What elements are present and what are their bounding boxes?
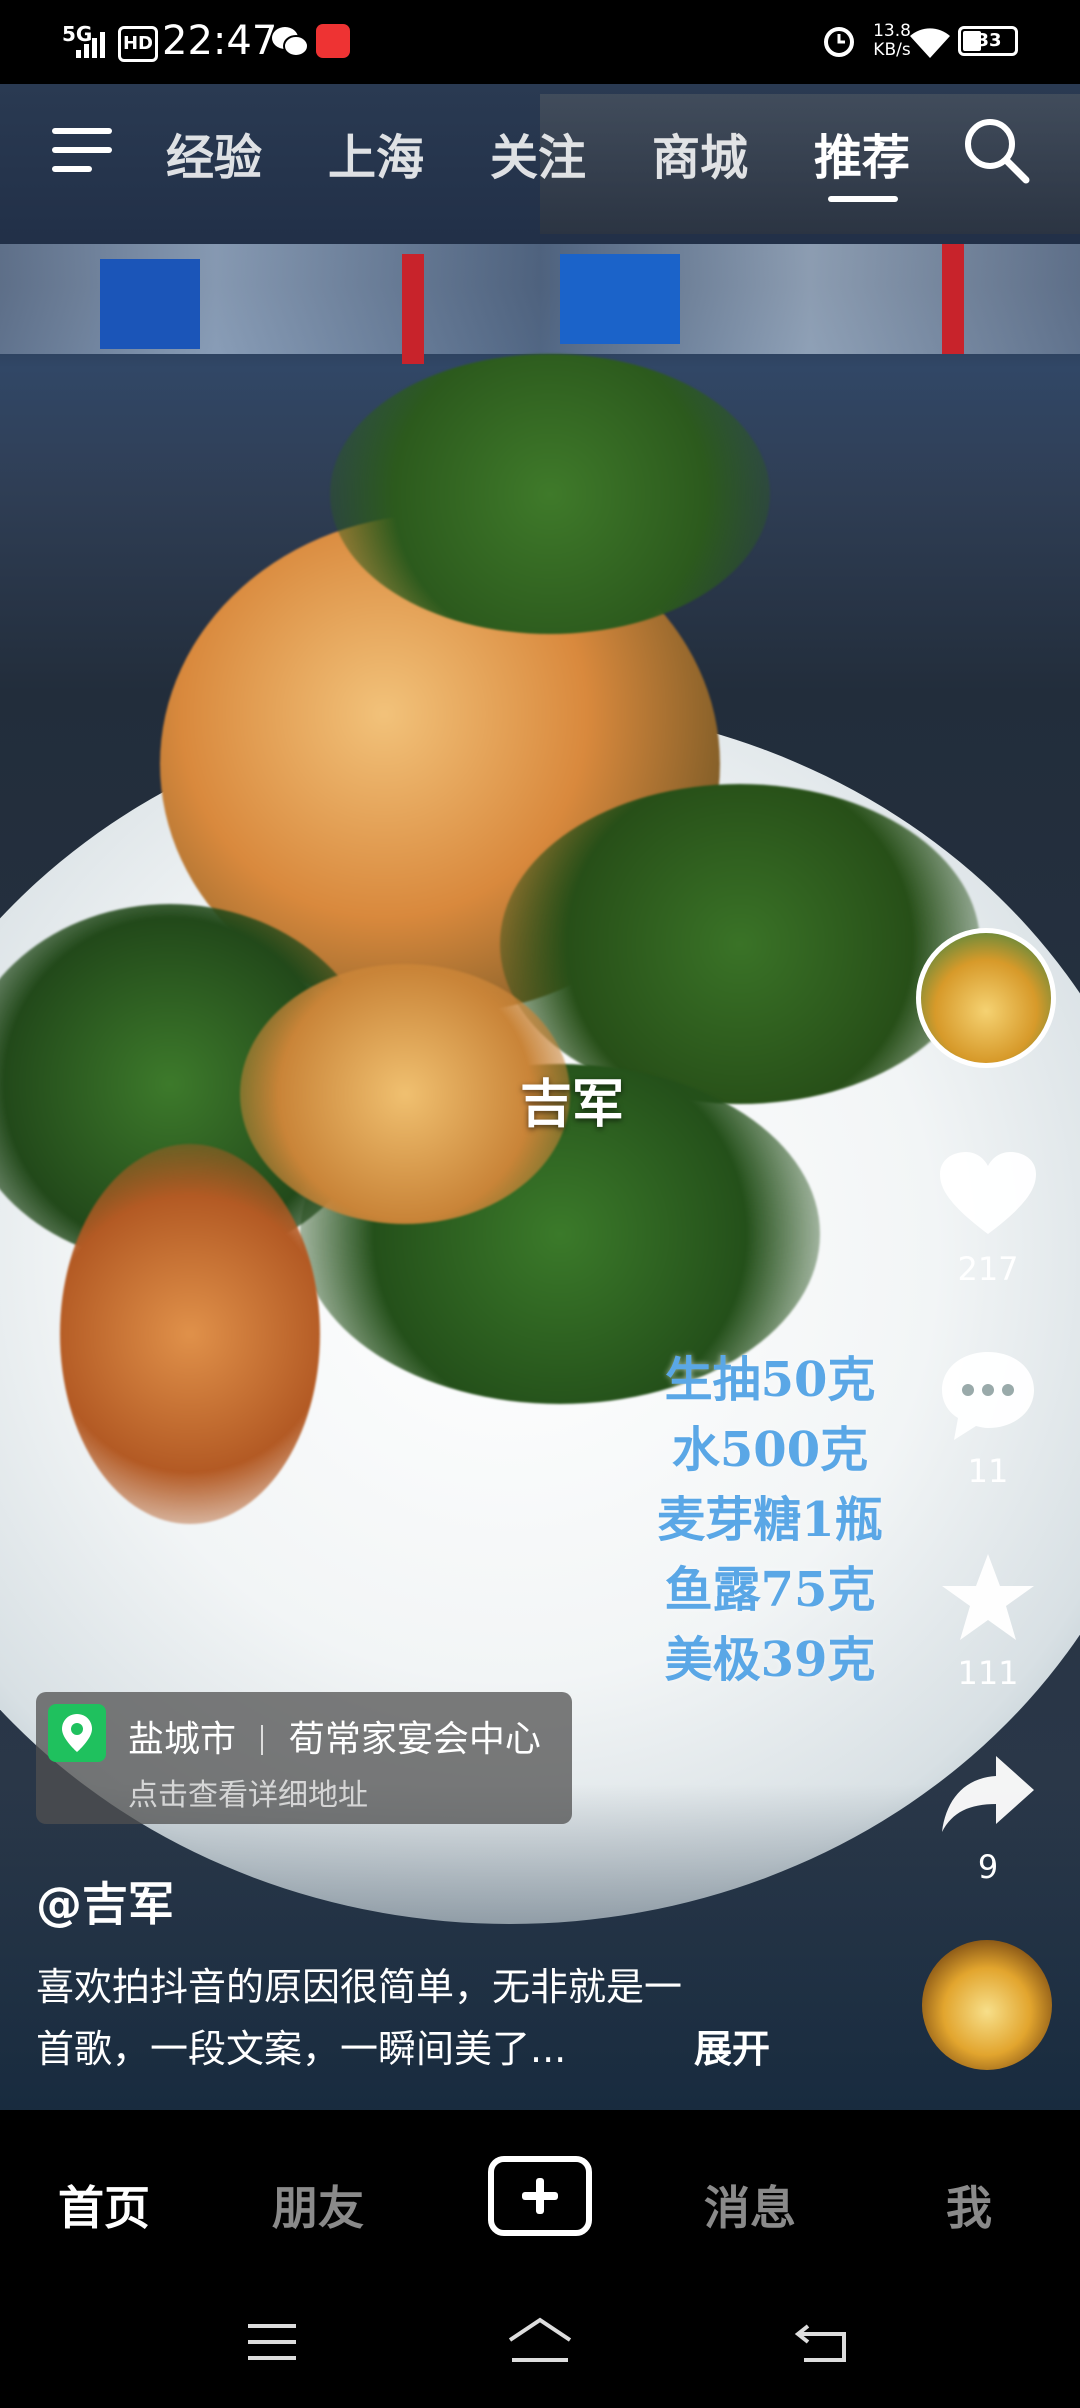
author-name[interactable]: @吉军 [36,1868,174,1934]
recent-apps-icon[interactable] [244,2320,300,2364]
tab-mall[interactable]: 商城 [652,118,748,188]
caption-line: 首歌，一段文案，一瞬间美了... [36,2027,567,2071]
mint-leaves [500,784,980,1104]
blue-sign [100,259,200,349]
plus-icon [522,2178,558,2214]
hd-badge: HD [118,26,158,62]
wifi-icon [908,24,952,60]
comment-count: 11 [967,1452,1009,1490]
recipe-line: 鱼露75克 [664,1562,876,1618]
location-divider [261,1725,264,1755]
clock: 22:47 [162,18,278,64]
location-title: 盐城市 荀常家宴会中心 [128,1710,541,1762]
tab-shanghai[interactable]: 上海 [328,118,424,188]
recipe-line: 水500克 [671,1422,869,1478]
search-icon[interactable] [962,116,1032,186]
location-card[interactable]: 盐城市 荀常家宴会中心 点击查看详细地址 [36,1692,572,1824]
expand-button[interactable]: 展开 [694,2018,770,2073]
video-watermark: 吉军 [520,1074,625,1135]
nav-messages[interactable]: 消息 [704,2172,796,2238]
home-icon[interactable] [504,2316,576,2368]
shopping-app-icon [316,24,350,58]
tab-experience[interactable]: 经验 [166,118,262,188]
hd-label: HD [122,33,153,54]
tab-recommended[interactable]: 推荐 [814,118,910,188]
star-icon [942,1554,1034,1640]
like-count: 217 [957,1250,1019,1288]
favorite-button[interactable] [938,1550,1038,1646]
tab-following[interactable]: 关注 [490,118,586,188]
wechat-icon [270,24,310,60]
recipe-line: 生抽50克 [664,1352,876,1408]
active-tab-indicator [828,196,898,202]
music-disc[interactable] [922,1940,1052,2070]
comment-icon [942,1352,1034,1440]
location-pin-icon [48,1704,106,1762]
location-venue: 荀常家宴会中心 [288,1719,541,1760]
recipe-line: 美极39克 [664,1632,876,1688]
nav-friends[interactable]: 朋友 [272,2172,364,2238]
blue-sign [560,254,680,344]
back-icon[interactable] [794,2318,850,2366]
location-city: 盐城市 [128,1719,237,1760]
fried-shrimp [60,1144,320,1524]
like-button[interactable] [938,1150,1038,1240]
battery-level: 33 [976,30,1002,51]
recipe-line: 麦芽糖1瓶 [657,1492,883,1548]
heart-icon [940,1152,1036,1234]
red-stripe [402,254,424,364]
battery-icon: 33 [958,26,1018,56]
favorite-count: 111 [957,1654,1019,1692]
mint-leaves [330,354,770,634]
share-count: 9 [977,1848,999,1886]
alarm-icon [822,24,856,58]
location-hint: 点击查看详细地址 [128,1778,368,1813]
nav-me[interactable]: 我 [946,2172,992,2238]
share-button[interactable] [938,1752,1038,1836]
share-icon [942,1756,1034,1832]
author-avatar[interactable] [916,928,1056,1068]
signal-icon: 5G [62,22,112,62]
red-stripe [942,244,964,354]
comment-button[interactable] [938,1348,1038,1444]
menu-icon[interactable] [52,126,112,174]
create-button[interactable] [488,2156,592,2236]
status-bar: 5G HD 22:47 13.8 KB/s 33 [0,0,1080,84]
caption-line: 喜欢拍抖音的原因很简单，无非就是一 [36,1965,683,2009]
nav-home[interactable]: 首页 [58,2172,150,2238]
